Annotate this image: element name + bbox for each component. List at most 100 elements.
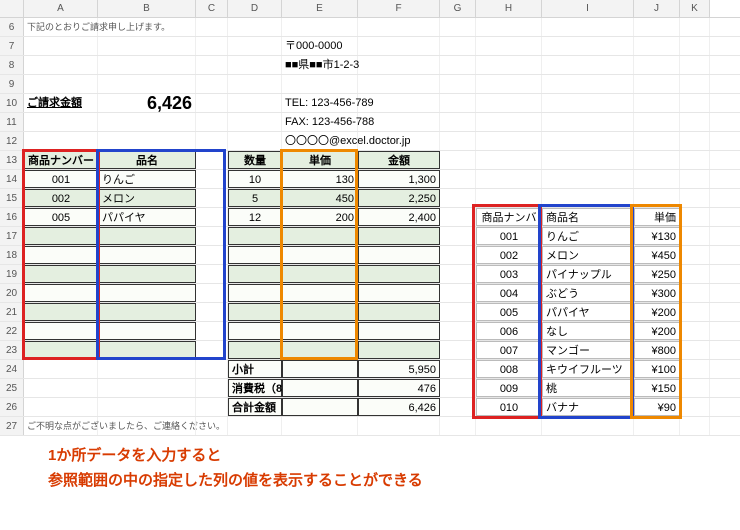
cell-K25[interactable] bbox=[680, 379, 710, 397]
cell-F6[interactable] bbox=[358, 18, 440, 36]
cell-I22[interactable]: なし bbox=[542, 322, 634, 340]
cell-G12[interactable] bbox=[440, 132, 476, 150]
cell-B15[interactable]: メロン bbox=[98, 189, 196, 207]
cell-G25[interactable] bbox=[440, 379, 476, 397]
cell-D7[interactable] bbox=[228, 37, 282, 55]
cell-I11[interactable] bbox=[542, 113, 634, 131]
cell-E22[interactable] bbox=[282, 322, 358, 340]
cell-C15[interactable] bbox=[196, 189, 228, 207]
cell-E9[interactable] bbox=[282, 75, 358, 93]
cell-K23[interactable] bbox=[680, 341, 710, 359]
cell-C23[interactable] bbox=[196, 341, 228, 359]
row-header-21[interactable]: 21 bbox=[0, 303, 24, 321]
cell-K26[interactable] bbox=[680, 398, 710, 416]
cell-J11[interactable] bbox=[634, 113, 680, 131]
cell-A15[interactable]: 002 bbox=[24, 189, 98, 207]
cell-I20[interactable]: ぶどう bbox=[542, 284, 634, 302]
cell-J27[interactable] bbox=[634, 417, 680, 435]
col-header-K[interactable]: K bbox=[680, 0, 710, 17]
cell-B20[interactable] bbox=[98, 284, 196, 302]
cell-K21[interactable] bbox=[680, 303, 710, 321]
cell-J10[interactable] bbox=[634, 94, 680, 112]
cell-E26[interactable] bbox=[282, 398, 358, 416]
cell-B7[interactable] bbox=[98, 37, 196, 55]
cell-F10[interactable] bbox=[358, 94, 440, 112]
cell-I17[interactable]: りんご bbox=[542, 227, 634, 245]
cell-K11[interactable] bbox=[680, 113, 710, 131]
cell-H20[interactable]: 004 bbox=[476, 284, 542, 302]
cell-B23[interactable] bbox=[98, 341, 196, 359]
cell-A11[interactable] bbox=[24, 113, 98, 131]
row-header-11[interactable]: 11 bbox=[0, 113, 24, 131]
cell-D21[interactable] bbox=[228, 303, 282, 321]
cell-J24[interactable]: ¥100 bbox=[634, 360, 680, 378]
cell-D26[interactable]: 合計金額 bbox=[228, 398, 282, 416]
row-header-17[interactable]: 17 bbox=[0, 227, 24, 245]
cell-C24[interactable] bbox=[196, 360, 228, 378]
row-header-14[interactable]: 14 bbox=[0, 170, 24, 188]
cell-B11[interactable] bbox=[98, 113, 196, 131]
cell-H26[interactable]: 010 bbox=[476, 398, 542, 416]
cell-A20[interactable] bbox=[24, 284, 98, 302]
cell-H22[interactable]: 006 bbox=[476, 322, 542, 340]
cell-C19[interactable] bbox=[196, 265, 228, 283]
cell-J9[interactable] bbox=[634, 75, 680, 93]
cell-C18[interactable] bbox=[196, 246, 228, 264]
cell-E12[interactable]: 〇〇〇〇@excel.doctor.jp bbox=[282, 132, 358, 150]
cell-C20[interactable] bbox=[196, 284, 228, 302]
row-header-13[interactable]: 13 bbox=[0, 151, 24, 169]
cell-H18[interactable]: 002 bbox=[476, 246, 542, 264]
cell-I18[interactable]: メロン bbox=[542, 246, 634, 264]
cell-J16[interactable]: 単価 bbox=[634, 208, 680, 226]
cell-E21[interactable] bbox=[282, 303, 358, 321]
cell-G16[interactable] bbox=[440, 208, 476, 226]
cell-G6[interactable] bbox=[440, 18, 476, 36]
cell-H16[interactable]: 商品ナンバ bbox=[476, 208, 542, 226]
cell-C13[interactable] bbox=[196, 151, 228, 169]
cell-C9[interactable] bbox=[196, 75, 228, 93]
cell-H15[interactable] bbox=[476, 189, 542, 207]
cell-J13[interactable] bbox=[634, 151, 680, 169]
cell-F11[interactable] bbox=[358, 113, 440, 131]
row-header-16[interactable]: 16 bbox=[0, 208, 24, 226]
cell-I23[interactable]: マンゴー bbox=[542, 341, 634, 359]
cell-B6[interactable] bbox=[98, 18, 196, 36]
cell-I6[interactable] bbox=[542, 18, 634, 36]
cell-C17[interactable] bbox=[196, 227, 228, 245]
cell-F9[interactable] bbox=[358, 75, 440, 93]
cell-J23[interactable]: ¥800 bbox=[634, 341, 680, 359]
cell-E23[interactable] bbox=[282, 341, 358, 359]
cell-F25[interactable]: 476 bbox=[358, 379, 440, 397]
cell-E10[interactable]: TEL: 123-456-789 bbox=[282, 94, 358, 112]
cell-K8[interactable] bbox=[680, 56, 710, 74]
cell-J6[interactable] bbox=[634, 18, 680, 36]
cell-E14[interactable]: 130 bbox=[282, 170, 358, 188]
cell-J25[interactable]: ¥150 bbox=[634, 379, 680, 397]
cell-A13[interactable]: 商品ナンバー bbox=[24, 151, 98, 169]
cell-F27[interactable] bbox=[358, 417, 440, 435]
cell-C25[interactable] bbox=[196, 379, 228, 397]
cell-F15[interactable]: 2,250 bbox=[358, 189, 440, 207]
cell-K9[interactable] bbox=[680, 75, 710, 93]
cell-E15[interactable]: 450 bbox=[282, 189, 358, 207]
cell-K6[interactable] bbox=[680, 18, 710, 36]
cell-B25[interactable] bbox=[98, 379, 196, 397]
cell-E11[interactable]: FAX: 123-456-788 bbox=[282, 113, 358, 131]
cell-F16[interactable]: 2,400 bbox=[358, 208, 440, 226]
cell-G26[interactable] bbox=[440, 398, 476, 416]
row-header-8[interactable]: 8 bbox=[0, 56, 24, 74]
cell-E8[interactable]: ■■県■■市1-2-3 bbox=[282, 56, 358, 74]
col-header-D[interactable]: D bbox=[228, 0, 282, 17]
cell-D25[interactable]: 消費税（8%） bbox=[228, 379, 282, 397]
cell-E6[interactable] bbox=[282, 18, 358, 36]
cell-H23[interactable]: 007 bbox=[476, 341, 542, 359]
cell-K15[interactable] bbox=[680, 189, 710, 207]
cell-I12[interactable] bbox=[542, 132, 634, 150]
row-header-19[interactable]: 19 bbox=[0, 265, 24, 283]
cell-K20[interactable] bbox=[680, 284, 710, 302]
cell-G27[interactable] bbox=[440, 417, 476, 435]
col-header-H[interactable]: H bbox=[476, 0, 542, 17]
cell-A18[interactable] bbox=[24, 246, 98, 264]
cell-C16[interactable] bbox=[196, 208, 228, 226]
cell-D16[interactable]: 12 bbox=[228, 208, 282, 226]
